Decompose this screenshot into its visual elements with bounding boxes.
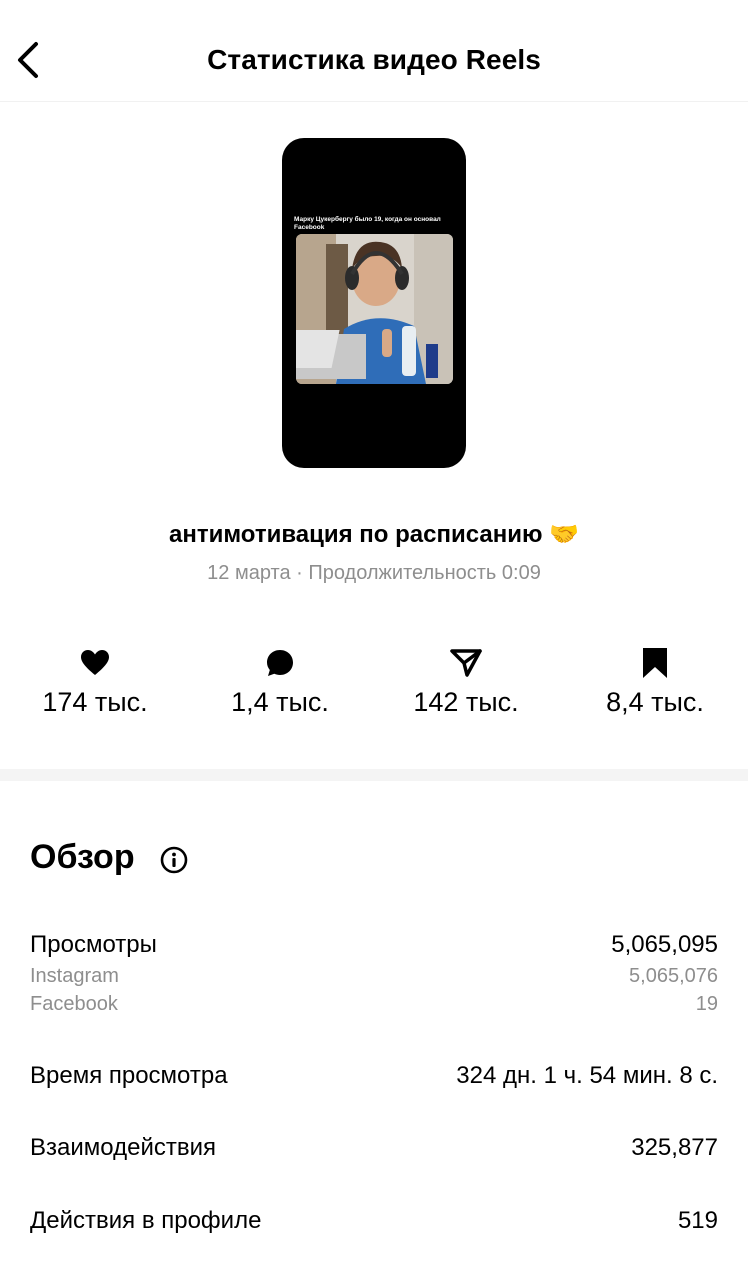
facebook-views-value: 19 [695, 993, 718, 1015]
likes-count: 174 тыс. [42, 687, 148, 717]
section-divider [0, 769, 748, 781]
instagram-views-value: 5,065,076 [629, 965, 718, 987]
stat-saves: 8,4 тыс. [570, 645, 740, 718]
interactions-value: 325,877 [631, 1134, 718, 1161]
comments-count: 1,4 тыс. [231, 687, 329, 717]
watch-time-value: 324 дн. 1 ч. 54 мин. 8 с. [456, 1062, 718, 1089]
heart-icon [81, 650, 109, 675]
saves-count: 8,4 тыс. [606, 687, 704, 717]
header-divider [0, 101, 748, 102]
reel-thumbnail[interactable]: Марку Цукербергу было 19, когда он основ… [282, 138, 466, 468]
reel-title: антимотивация по расписанию 🤝 [168, 521, 580, 548]
share-icon [450, 649, 482, 677]
info-icon[interactable] [160, 846, 188, 874]
overview-title: Обзор [30, 838, 135, 876]
interactions-label: Взаимодействия [30, 1134, 216, 1161]
reel-meta: 12 марта · Продолжительность 0:09 [207, 562, 541, 584]
thumbnail-caption: Марку Цукербергу было 19, когда он основ… [294, 216, 441, 231]
stat-shares: 142 тыс. [381, 645, 551, 718]
page-title: Статистика видео Reels [207, 44, 541, 75]
facebook-views-label: Facebook [30, 993, 118, 1015]
profile-actions-label: Действия в профиле [30, 1207, 262, 1234]
thumbnail-photo [296, 234, 453, 384]
stat-comments: 1,4 тыс. [195, 645, 365, 718]
bookmark-icon [643, 648, 667, 678]
shares-count: 142 тыс. [413, 687, 519, 717]
views-value: 5,065,095 [611, 931, 718, 958]
comment-icon [267, 650, 293, 676]
instagram-views-label: Instagram [30, 965, 119, 987]
watch-time-label: Время просмотра [30, 1062, 228, 1089]
header: Статистика видео Reels [0, 0, 748, 100]
stat-likes: 174 тыс. [10, 645, 180, 718]
views-label: Просмотры [30, 931, 157, 958]
profile-actions-value: 519 [677, 1207, 718, 1234]
